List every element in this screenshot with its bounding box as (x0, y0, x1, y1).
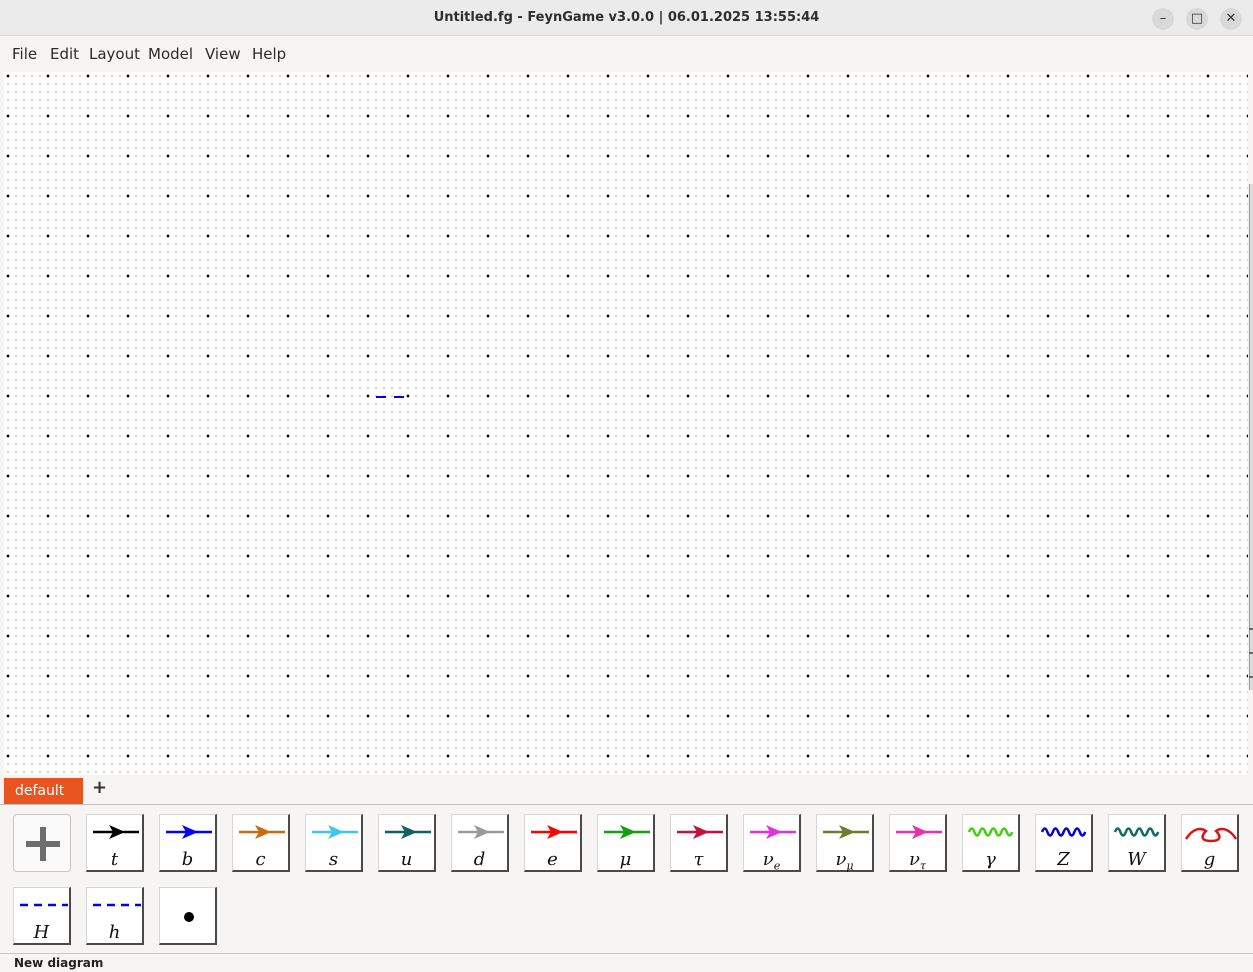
line-palette: t b c s u d e μ τ νe νμ ντ γ Z Wg Hh (0, 805, 1253, 953)
status-text: New diagram (14, 956, 104, 970)
palette-electron-neutrino-button[interactable]: νe (743, 814, 801, 873)
diagram-canvas[interactable] (4, 72, 1248, 775)
higgs-label: H (33, 922, 50, 943)
palette-higgs-button[interactable]: H (13, 887, 71, 945)
vertex-line-icon (184, 912, 194, 922)
side-panel-mark (1249, 652, 1253, 654)
menu-view[interactable]: View (205, 45, 241, 63)
menu-model[interactable]: Model (148, 45, 193, 63)
palette-top-quark-button[interactable]: t (86, 814, 144, 872)
side-panel-edge[interactable] (1249, 184, 1253, 690)
palette-gluon-button[interactable]: g (1181, 814, 1239, 872)
strange-quark-label: s (328, 849, 339, 870)
tau-neutrino-label: ντ (908, 849, 927, 873)
palette-tau-button[interactable]: τ (670, 814, 728, 872)
bottom-quark-label: b (181, 849, 194, 870)
palette-z-boson-button[interactable]: Z (1035, 814, 1093, 872)
palette-charm-quark-button[interactable]: c (232, 814, 290, 872)
palette-strange-quark-button[interactable]: s (305, 814, 363, 872)
side-panel-mark (1249, 676, 1253, 678)
tau-label: τ (693, 849, 704, 870)
add-tab-button[interactable]: + (92, 777, 107, 798)
photon-label: γ (985, 849, 996, 870)
maximize-button[interactable]: □ (1186, 8, 1208, 30)
w-boson-label: W (1127, 849, 1146, 870)
muon-label: μ (619, 849, 632, 870)
electron-neutrino-label-subscript: e (773, 859, 781, 873)
electron-label: e (547, 849, 558, 870)
palette-ghost-button[interactable]: h (86, 887, 144, 945)
electron-neutrino-label: νe (762, 849, 781, 873)
dashed-line-segment[interactable] (376, 395, 416, 399)
palette-vertex-button[interactable] (159, 887, 217, 945)
side-panel-mark (1249, 628, 1253, 630)
muon-neutrino-label: νμ (835, 849, 854, 873)
menu-edit[interactable]: Edit (50, 45, 79, 63)
z-boson-label: Z (1057, 849, 1070, 870)
palette-photon-button[interactable]: γ (962, 814, 1020, 872)
close-button[interactable]: ✕ (1220, 8, 1242, 30)
muon-neutrino-label-subscript: μ (846, 859, 854, 873)
menu-file[interactable]: File (12, 45, 37, 63)
charm-quark-label: c (255, 849, 266, 870)
tab-default[interactable]: default (4, 778, 83, 804)
palette-electron-button[interactable]: e (524, 814, 582, 872)
title-bar: Untitled.fg - FeynGame v3.0.0 | 06.01.20… (0, 0, 1253, 36)
add-line-type-button[interactable] (13, 814, 71, 872)
palette-muon-neutrino-button[interactable]: νμ (816, 814, 874, 873)
palette-down-quark-button[interactable]: d (451, 814, 509, 872)
top-quark-label: t (110, 849, 119, 870)
plus-icon (26, 827, 60, 861)
tau-neutrino-label-subscript: τ (919, 859, 927, 873)
palette-tau-neutrino-button[interactable]: ντ (889, 814, 947, 873)
menu-layout[interactable]: Layout (89, 45, 140, 63)
up-quark-label: u (400, 849, 413, 870)
menu-help[interactable]: Help (252, 45, 286, 63)
status-bar: New diagram (0, 953, 1253, 972)
palette-muon-button[interactable]: μ (597, 814, 655, 872)
diagram-tabs: default + (0, 776, 1253, 805)
ghost-label: h (108, 922, 121, 943)
palette-up-quark-button[interactable]: u (378, 814, 436, 872)
gluon-label: g (1203, 849, 1216, 870)
window-title: Untitled.fg - FeynGame v3.0.0 | 06.01.20… (433, 10, 820, 25)
down-quark-label: d (473, 849, 486, 870)
menu-bar: File Edit Layout Model View Help (0, 36, 1253, 70)
minimize-button[interactable]: – (1152, 8, 1174, 30)
palette-bottom-quark-button[interactable]: b (159, 814, 217, 872)
palette-w-boson-button[interactable]: W (1108, 814, 1166, 872)
